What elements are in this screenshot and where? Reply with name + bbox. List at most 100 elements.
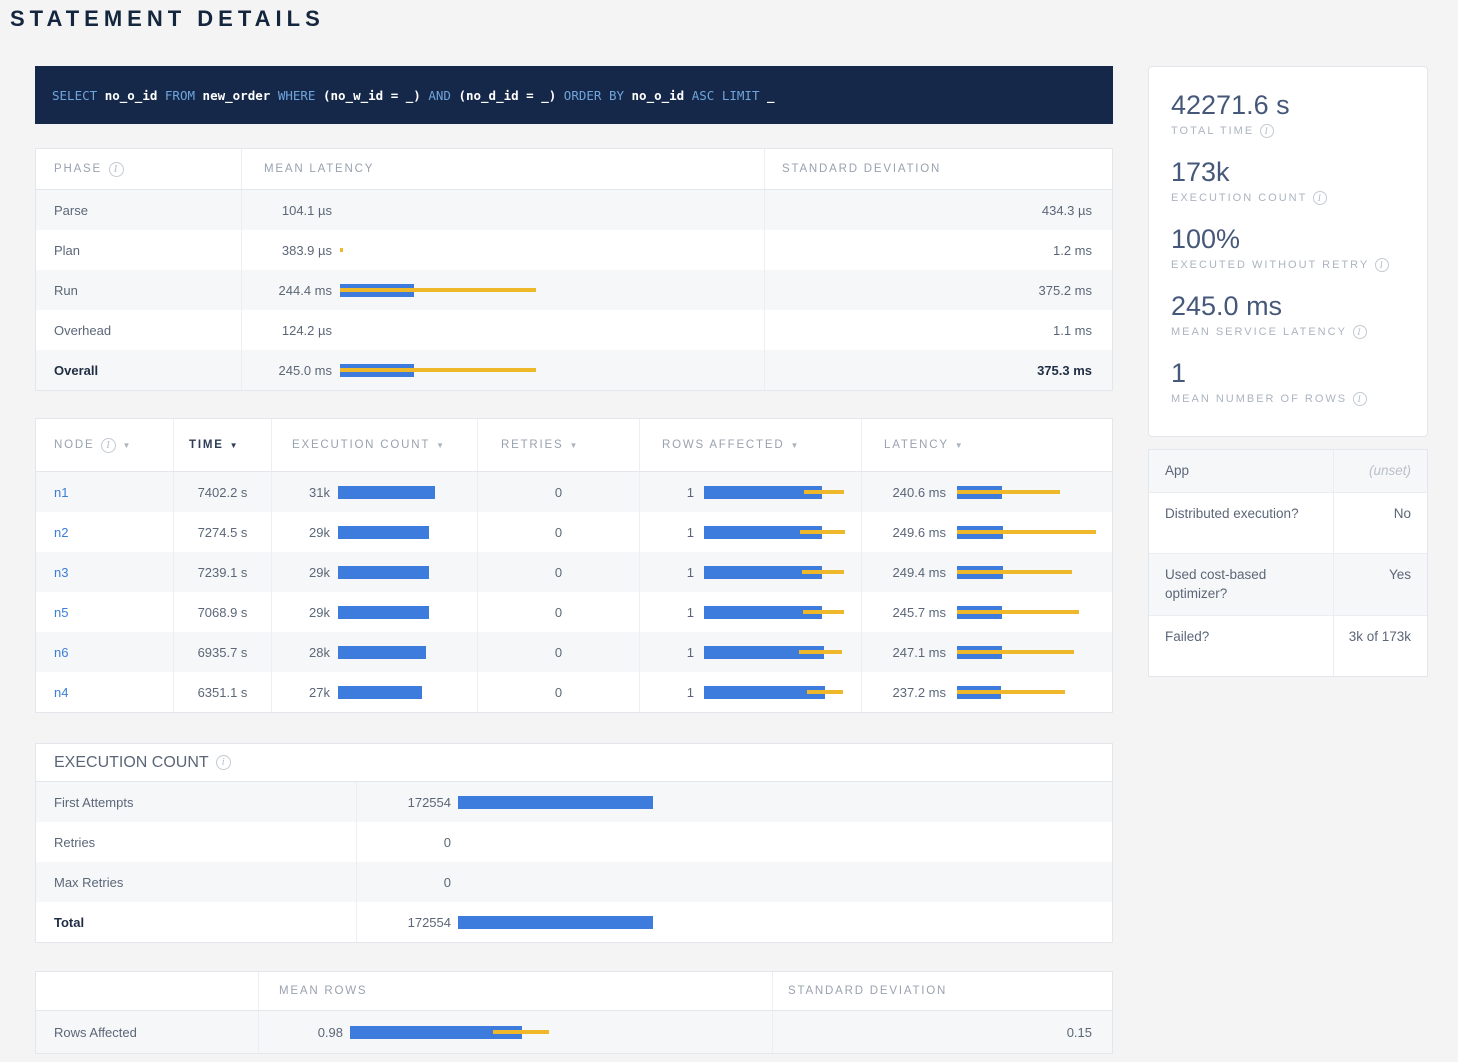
node-row: n1 7402.2 s 31k 0 1 240.6 ms <box>36 472 1112 512</box>
count-bar <box>338 486 435 499</box>
info-icon[interactable]: i <box>216 755 231 770</box>
latency-cell: 249.6 ms <box>861 512 1112 552</box>
node-link[interactable]: n5 <box>54 605 68 620</box>
execution-count-column-header[interactable]: EXECUTION COUNT ▼ <box>271 419 477 471</box>
mean-latency-cell: 124.2 µs <box>241 310 764 350</box>
node-column-header[interactable]: NODE i ▼ <box>36 419 173 471</box>
stat-value: 245.0 ms <box>1171 288 1407 324</box>
node-link[interactable]: n1 <box>54 485 68 500</box>
latency-cell: 247.1 ms <box>861 632 1112 672</box>
info-icon[interactable]: i <box>109 162 124 177</box>
detail-row: Distributed execution? No <box>1149 493 1427 554</box>
time-value: 6935.7 s <box>173 632 271 672</box>
rows-affected-column-header[interactable]: ROWS AFFECTED ▼ <box>639 419 861 471</box>
node-link[interactable]: n4 <box>54 685 68 700</box>
detail-label: Used cost-based optimizer? <box>1149 554 1333 615</box>
phase-column-header: PHASE i <box>36 149 241 189</box>
info-icon[interactable]: i <box>1375 258 1389 272</box>
sql-token: SELECT <box>52 88 105 103</box>
detail-row: Failed? 3k of 173k <box>1149 616 1427 676</box>
sql-statement: SELECT no_o_id FROM new_order WHERE (no_… <box>35 66 1113 124</box>
node-row: n6 6935.7 s 28k 0 1 247.1 ms <box>36 632 1112 672</box>
stddev-bar <box>493 1030 549 1034</box>
rows-affected-cell: 1 <box>639 672 861 712</box>
stddev-bar <box>799 650 842 654</box>
node-link[interactable]: n3 <box>54 565 68 580</box>
sql-token: ORDER BY <box>564 88 632 103</box>
execution-count-value: 29k <box>280 605 330 620</box>
latency-value: 245.7 ms <box>870 605 946 620</box>
execution-count-value: 27k <box>280 685 330 700</box>
stddev-cell: 0.15 <box>772 1011 1112 1053</box>
row-label: Retries <box>54 835 95 850</box>
rows-affected-cell: 1 <box>639 512 861 552</box>
stat-value: 100% <box>1171 221 1407 257</box>
info-icon[interactable]: i <box>101 438 116 453</box>
mean-latency-value: 244.4 ms <box>254 283 332 298</box>
rows-affected-table: MEAN ROWS STANDARD DEVIATION Rows Affect… <box>35 971 1113 1054</box>
sql-token: AND <box>428 88 458 103</box>
execution-count-cell: 29k <box>271 512 477 552</box>
stddev-bar <box>804 490 844 494</box>
count-cell: 0 <box>356 862 1112 902</box>
phase-label: Run <box>54 283 78 298</box>
node-link[interactable]: n2 <box>54 525 68 540</box>
info-icon[interactable]: i <box>1260 124 1274 138</box>
execution-count-table-header: EXECUTION COUNT i <box>36 744 1112 782</box>
execution-count-value: 28k <box>280 645 330 660</box>
phase-row: Plan 383.9 µs 1.2 ms <box>36 230 1112 270</box>
latency-bar <box>957 646 1112 659</box>
rows-affected-cell: 1 <box>639 592 861 632</box>
rows-affected-row: Rows Affected 0.98 0.15 <box>36 1011 1112 1053</box>
node-link[interactable]: n6 <box>54 645 68 660</box>
stat-label: MEAN SERVICE LATENCY i <box>1171 325 1407 339</box>
node-row: n2 7274.5 s 29k 0 1 249.6 ms <box>36 512 1112 552</box>
info-icon[interactable]: i <box>1313 191 1327 205</box>
detail-value: 3k of 173k <box>1333 616 1427 676</box>
latency-value: 247.1 ms <box>870 645 946 660</box>
retries-column-header[interactable]: RETRIES ▼ <box>477 419 639 471</box>
node-table-body: n1 7402.2 s 31k 0 1 240.6 ms n2 7274.5 s <box>36 472 1112 712</box>
stddev-column-header: STANDARD DEVIATION <box>772 972 1112 1010</box>
count-bar-area <box>458 836 1112 849</box>
latency-column-header[interactable]: LATENCY ▼ <box>861 419 1112 471</box>
rows-affected-cell: 1 <box>639 632 861 672</box>
stddev-bar <box>803 610 844 614</box>
mean-latency-cell: 245.0 ms <box>241 350 764 390</box>
stddev-bar <box>957 570 1072 574</box>
time-value: 7239.1 s <box>173 552 271 592</box>
latency-cell: 249.4 ms <box>861 552 1112 592</box>
info-icon[interactable]: i <box>1353 325 1367 339</box>
rows-affected-bar <box>704 646 861 659</box>
sort-desc-icon: ▼ <box>790 441 800 450</box>
sort-desc-icon: ▼ <box>122 441 132 450</box>
phase-label: Parse <box>54 203 88 218</box>
count-bar <box>338 646 426 659</box>
time-column-header[interactable]: TIME ▼ <box>173 419 271 471</box>
stddev-value: 375.3 ms <box>1037 363 1092 378</box>
stat-value: 42271.6 s <box>1171 87 1407 123</box>
sql-token: LIMIT <box>722 88 767 103</box>
row-label: Max Retries <box>54 875 123 890</box>
execution-count-table: EXECUTION COUNT i First Attempts 172554 … <box>35 743 1113 943</box>
rows-affected-bar <box>704 566 861 579</box>
rows-affected-bar <box>704 606 861 619</box>
sql-token: WHERE <box>278 88 323 103</box>
row-label: First Attempts <box>54 795 133 810</box>
latency-value: 237.2 ms <box>870 685 946 700</box>
execution-count-bar <box>338 566 477 579</box>
execution-count-bar <box>338 606 477 619</box>
execution-count-cell: 27k <box>271 672 477 712</box>
retries-value: 0 <box>477 512 639 552</box>
info-icon[interactable]: i <box>1353 392 1367 406</box>
retries-value: 0 <box>477 472 639 512</box>
mean-rows-bar <box>350 1026 772 1039</box>
stddev-bar <box>957 530 1096 534</box>
stddev-bar <box>340 248 343 252</box>
node-row: n3 7239.1 s 29k 0 1 249.4 ms <box>36 552 1112 592</box>
phase-row: Overall 245.0 ms 375.3 ms <box>36 350 1112 390</box>
phase-row: Run 244.4 ms 375.2 ms <box>36 270 1112 310</box>
stat-label: EXECUTION COUNT i <box>1171 191 1407 205</box>
count-value: 172554 <box>365 915 451 930</box>
stddev-bar <box>340 368 536 372</box>
